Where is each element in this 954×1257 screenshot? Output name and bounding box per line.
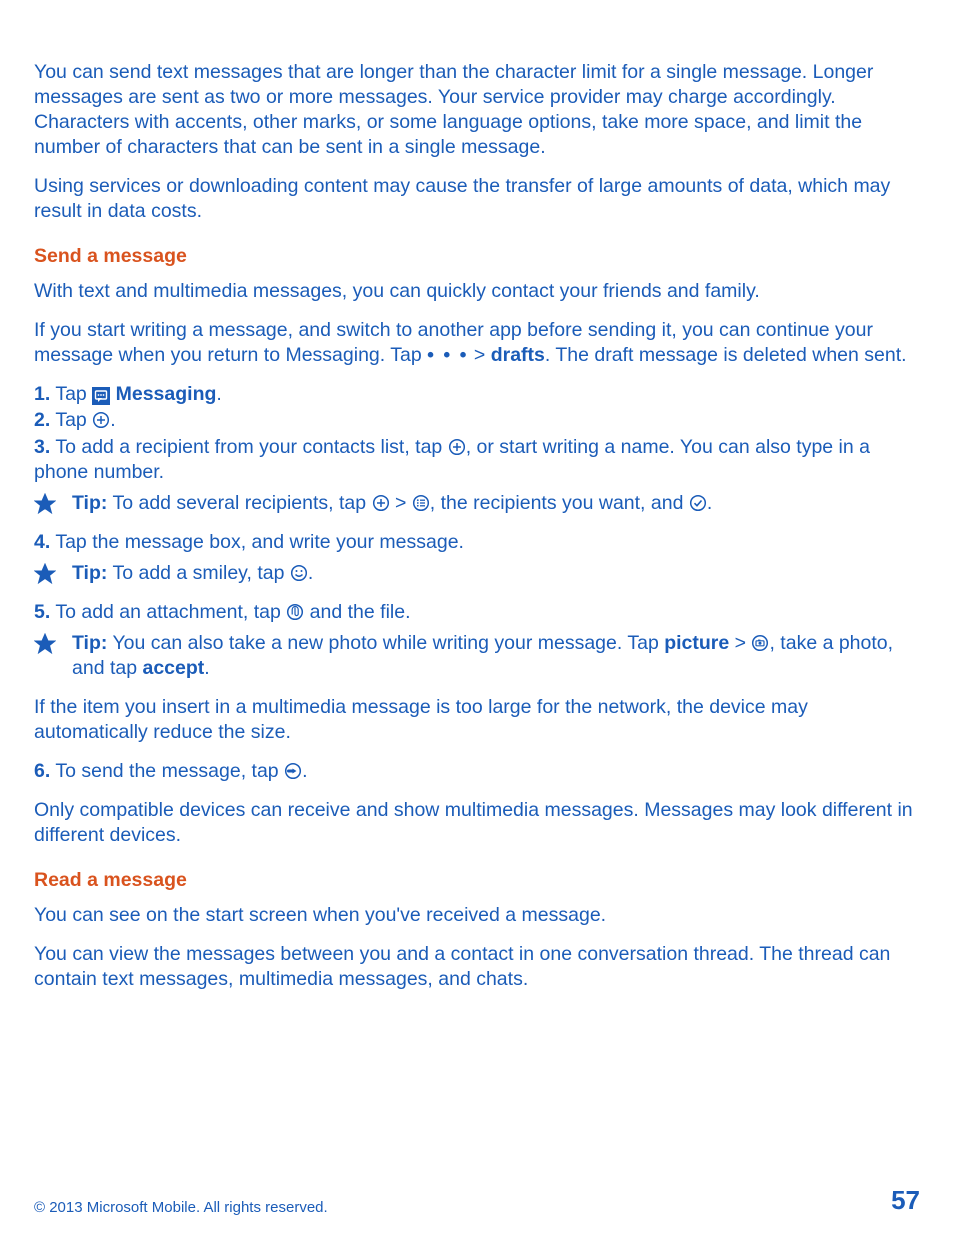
- text: and the file.: [304, 601, 410, 623]
- text: You can also take a new photo while writ…: [107, 632, 664, 654]
- text: Tap: [50, 383, 92, 405]
- text: To add a recipient from your contacts li…: [50, 436, 447, 458]
- read-a-message-heading: Read a message: [34, 868, 920, 893]
- text: To send the message, tap: [50, 760, 284, 782]
- text: , the recipients you want, and: [430, 492, 689, 514]
- step-number: 3.: [34, 436, 50, 458]
- step-number: 1.: [34, 383, 50, 405]
- copyright: © 2013 Microsoft Mobile. All rights rese…: [34, 1198, 328, 1217]
- text: . The draft message is deleted when sent…: [545, 344, 907, 366]
- intro-paragraph-2: Using services or downloading content ma…: [34, 174, 920, 224]
- tip-2: Tip: To add a smiley, tap .: [34, 561, 920, 586]
- text: .: [216, 383, 221, 405]
- text: .: [707, 492, 712, 514]
- send-circle-icon: [284, 762, 302, 780]
- step-number: 4.: [34, 531, 50, 553]
- accept-label: accept: [142, 657, 204, 679]
- step-number: 6.: [34, 760, 50, 782]
- page-number: 57: [891, 1184, 920, 1217]
- tip-1: Tip: To add several recipients, tap > , …: [34, 491, 920, 516]
- text: .: [204, 657, 209, 679]
- list-circle-icon: [412, 494, 430, 512]
- step-1: 1. Tap Messaging.: [34, 382, 920, 407]
- text: >: [468, 344, 490, 366]
- text: .: [110, 409, 115, 431]
- step-number: 5.: [34, 601, 50, 623]
- step-3: 3. To add a recipient from your contacts…: [34, 435, 920, 485]
- step-6: 6. To send the message, tap .: [34, 759, 920, 784]
- text: Tap: [50, 409, 92, 431]
- large-item-note: If the item you insert in a multimedia m…: [34, 695, 920, 745]
- step-4: 4. Tap the message box, and write your m…: [34, 530, 920, 555]
- more-dots: • • •: [427, 344, 468, 366]
- smiley-icon: [290, 564, 308, 582]
- text: >: [729, 632, 751, 654]
- tip-label: Tip:: [72, 632, 107, 654]
- step-number: 2.: [34, 409, 50, 431]
- send-paragraph-2: If you start writing a message, and swit…: [34, 318, 920, 368]
- tip-label: Tip:: [72, 562, 107, 584]
- tip-label: Tip:: [72, 492, 107, 514]
- compat-note: Only compatible devices can receive and …: [34, 798, 920, 848]
- tip-3: Tip: You can also take a new photo while…: [34, 631, 920, 681]
- send-a-message-heading: Send a message: [34, 244, 920, 269]
- intro-paragraph-1: You can send text messages that are long…: [34, 60, 920, 160]
- messaging-app-name: Messaging: [110, 383, 216, 405]
- tip-star-icon: [34, 491, 72, 515]
- text: Tap the message box, and write your mess…: [50, 531, 464, 553]
- check-circle-icon: [689, 494, 707, 512]
- text: .: [302, 760, 307, 782]
- tip-star-icon: [34, 631, 72, 655]
- add-circle-icon: [92, 411, 110, 429]
- drafts-label: drafts: [491, 344, 545, 366]
- add-circle-icon: [448, 438, 466, 456]
- send-paragraph-1: With text and multimedia messages, you c…: [34, 279, 920, 304]
- read-paragraph-2: You can view the messages between you an…: [34, 942, 920, 992]
- attach-circle-icon: [286, 603, 304, 621]
- add-circle-icon: [372, 494, 390, 512]
- camera-circle-icon: [751, 634, 769, 652]
- read-paragraph-1: You can see on the start screen when you…: [34, 903, 920, 928]
- picture-label: picture: [664, 632, 729, 654]
- text: To add several recipients, tap: [107, 492, 371, 514]
- messaging-tile-icon: [92, 387, 110, 405]
- text: To add an attachment, tap: [50, 601, 286, 623]
- text: .: [308, 562, 313, 584]
- text: To add a smiley, tap: [107, 562, 289, 584]
- text: >: [390, 492, 412, 514]
- step-2: 2. Tap .: [34, 408, 920, 433]
- step-5: 5. To add an attachment, tap and the fil…: [34, 600, 920, 625]
- tip-star-icon: [34, 561, 72, 585]
